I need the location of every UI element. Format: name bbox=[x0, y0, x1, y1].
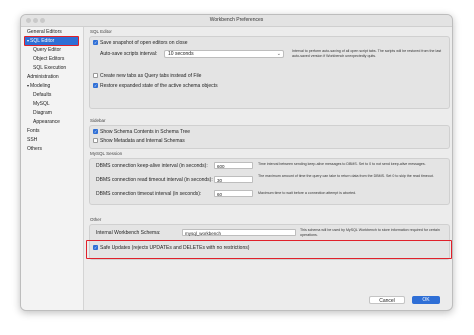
show-metadata-label: Show Metadata and Internal Schemas bbox=[100, 138, 185, 144]
sidebar-item-mysql[interactable]: MySQL bbox=[33, 100, 50, 108]
create-query-tabs-label: Create new tabs as Query tabs instead of… bbox=[100, 73, 202, 79]
sidebar-item-administration[interactable]: Administration bbox=[27, 73, 59, 81]
sidebar-item-label: Fonts bbox=[27, 128, 40, 134]
sidebar-item-label: SSH bbox=[27, 137, 38, 143]
other-group-label: Other bbox=[90, 217, 102, 222]
preferences-sidebar: General Editors ▾SQL Editor Query Editor… bbox=[21, 27, 84, 310]
sidebar-item-label: Object Editors bbox=[33, 56, 65, 62]
show-schema-contents-checkbox[interactable]: ✓ bbox=[93, 129, 98, 134]
sidebar-item-label: Appearance bbox=[33, 119, 60, 125]
restore-expanded-checkbox[interactable]: ✓ bbox=[93, 83, 98, 88]
ok-button[interactable]: OK bbox=[412, 296, 440, 304]
autosave-help: Interval to perform auto-saving of all o… bbox=[292, 49, 442, 58]
sidebar-item-sql-execution[interactable]: SQL Execution bbox=[33, 64, 66, 72]
show-metadata-checkbox[interactable] bbox=[93, 138, 98, 143]
sidebar-item-defaults[interactable]: Defaults bbox=[33, 91, 51, 99]
sidebar-item-appearance[interactable]: Appearance bbox=[33, 118, 60, 126]
sidebar-item-object-editors[interactable]: Object Editors bbox=[33, 55, 64, 63]
sidebar-item-ssh[interactable]: SSH bbox=[27, 136, 37, 144]
autosave-interval-value: 10 seconds bbox=[168, 51, 194, 57]
checkmark-icon: ✓ bbox=[94, 83, 98, 88]
sidebar-item-modeling[interactable]: ▾Modeling bbox=[27, 82, 50, 90]
preferences-content: SQL Editor ✓ Save snapshot of open edito… bbox=[84, 27, 452, 310]
save-snapshot-checkbox[interactable]: ✓ bbox=[93, 40, 98, 45]
preferences-window: Workbench Preferences General Editors ▾S… bbox=[20, 14, 453, 311]
internal-schema-label: Internal Workbench Schema: bbox=[96, 230, 161, 236]
keepalive-label: DBMS connection keep-alive interval (in … bbox=[96, 163, 208, 169]
sidebar-item-label: Others bbox=[27, 146, 43, 152]
sidebar-item-label: Administration bbox=[27, 74, 59, 80]
safe-updates-highlight bbox=[86, 240, 452, 259]
create-query-tabs-checkbox[interactable] bbox=[93, 73, 98, 78]
sidebar-item-label: Query Editor bbox=[33, 47, 62, 53]
sidebar-item-general-editors[interactable]: General Editors bbox=[27, 28, 62, 36]
sql-editor-highlight bbox=[24, 36, 79, 46]
restore-expanded-label: Restore expanded state of the active sch… bbox=[100, 83, 218, 89]
internal-schema-help: This schema will be used by MySQL Workbe… bbox=[300, 228, 440, 237]
sidebar-item-label: Defaults bbox=[33, 92, 52, 98]
sidebar-item-label: General Editors bbox=[27, 29, 62, 35]
checkmark-icon: ✓ bbox=[94, 40, 98, 45]
sidebar-item-label: Modeling bbox=[30, 83, 51, 89]
save-snapshot-label: Save snapshot of open editors on close bbox=[100, 40, 188, 46]
read-timeout-label: DBMS connection read timeout interval (i… bbox=[96, 177, 213, 183]
keepalive-help: Time interval between sending keep-alive… bbox=[258, 162, 426, 166]
sidebar-item-others[interactable]: Others bbox=[27, 145, 42, 153]
read-timeout-input[interactable]: 30 bbox=[214, 176, 253, 183]
sidebar-item-label: SQL Execution bbox=[33, 65, 67, 71]
autosave-interval-select[interactable]: 10 seconds ⌄ bbox=[164, 50, 284, 58]
chevron-updown-icon: ⌄ bbox=[276, 51, 281, 57]
disclosure-triangle-icon: ▾ bbox=[27, 83, 30, 88]
keepalive-input[interactable]: 600 bbox=[214, 162, 253, 169]
sql-editor-panel: ✓ Save snapshot of open editors on close… bbox=[89, 36, 450, 109]
sidebar-item-label: Diagram bbox=[33, 110, 52, 116]
sidebar-panel: ✓ Show Schema Contents in Schema Tree Sh… bbox=[89, 125, 450, 149]
sidebar-item-query-editor[interactable]: Query Editor bbox=[33, 46, 61, 54]
read-timeout-help: The maximum amount of time the query can… bbox=[258, 174, 434, 178]
mysql-session-panel: DBMS connection keep-alive interval (in … bbox=[89, 158, 450, 205]
show-schema-contents-label: Show Schema Contents in Schema Tree bbox=[100, 129, 191, 135]
cancel-button[interactable]: Cancel bbox=[369, 296, 405, 304]
sidebar-item-fonts[interactable]: Fonts bbox=[27, 127, 40, 135]
title-bar: Workbench Preferences bbox=[21, 15, 452, 27]
sidebar-group-label: Sidebar bbox=[90, 118, 106, 123]
checkmark-icon: ✓ bbox=[94, 129, 98, 134]
sidebar-item-label: MySQL bbox=[33, 101, 50, 107]
connect-timeout-label: DBMS connection timeout interval (in sec… bbox=[96, 191, 202, 197]
sidebar-item-diagram[interactable]: Diagram bbox=[33, 109, 52, 117]
autosave-label: Auto-save scripts interval: bbox=[100, 51, 158, 57]
connect-timeout-help: Maximum time to wait before a connection… bbox=[258, 191, 357, 195]
mysql-session-group-label: MySQL Session bbox=[90, 151, 123, 156]
sql-editor-group-label: SQL Editor bbox=[90, 29, 112, 34]
internal-schema-input[interactable]: mysql_workbench bbox=[182, 229, 296, 236]
connect-timeout-input[interactable]: 60 bbox=[214, 190, 253, 197]
window-title: Workbench Preferences bbox=[209, 17, 264, 23]
